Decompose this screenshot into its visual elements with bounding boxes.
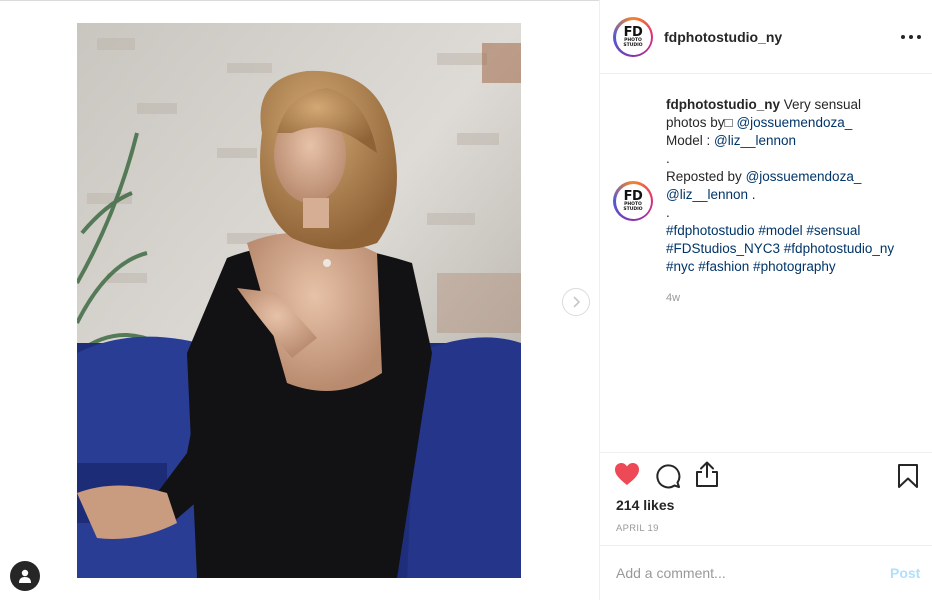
post-caption: fdphotostudio_ny Very sensual photos by□… <box>666 96 916 276</box>
avatar-logo-text: FD <box>623 24 643 40</box>
hashtag-link[interactable]: #FDStudios_NYC3 #fdphotostudio_ny <box>666 240 916 258</box>
more-options-icon[interactable] <box>901 30 921 44</box>
hashtag-link[interactable]: #fdphotostudio #model #sensual <box>666 222 916 240</box>
likes-count[interactable]: 214 likes <box>616 497 674 513</box>
caption-avatar[interactable]: FD PHOTO STUDIO <box>613 181 653 221</box>
mention-link[interactable]: @liz__lennon <box>714 133 796 148</box>
bookmark-icon[interactable] <box>897 463 919 489</box>
share-icon[interactable] <box>695 461 719 487</box>
profile-button[interactable] <box>10 561 40 591</box>
caption-username-link[interactable]: fdphotostudio_ny <box>666 97 780 112</box>
avatar[interactable]: FD PHOTO STUDIO <box>613 17 653 57</box>
post-image <box>77 23 521 578</box>
post-comment-button[interactable]: Post <box>890 565 920 581</box>
post-date: APRIL 19 <box>616 523 659 534</box>
username-link[interactable]: fdphotostudio_ny <box>664 29 782 45</box>
user-icon <box>19 569 31 583</box>
divider <box>600 545 932 546</box>
comment-icon[interactable] <box>655 463 681 489</box>
avatar-logo-subtext: PHOTO STUDIO <box>623 201 643 212</box>
mention-link[interactable]: @jossuemendoza_ <box>746 169 862 184</box>
post-photo[interactable] <box>77 23 521 578</box>
divider <box>600 452 932 453</box>
avatar-logo-text: FD <box>623 188 643 204</box>
chevron-right-icon <box>573 296 581 308</box>
heart-icon[interactable] <box>614 462 640 486</box>
post-age: 4w <box>666 292 681 304</box>
next-photo-button[interactable] <box>562 288 590 316</box>
comment-input[interactable]: Add a comment... <box>616 565 726 581</box>
mention-link[interactable]: @liz__lennon <box>666 187 748 202</box>
post-header: FD PHOTO STUDIO fdphotostudio_ny <box>600 0 932 74</box>
mention-link[interactable]: @jossuemendoza_ <box>736 115 852 130</box>
avatar-logo-subtext: PHOTO STUDIO <box>623 37 643 48</box>
post-details-panel: FD PHOTO STUDIO fdphotostudio_ny FD PHOT… <box>599 0 932 600</box>
hashtag-link[interactable]: #nyc #fashion #photography <box>666 258 916 276</box>
